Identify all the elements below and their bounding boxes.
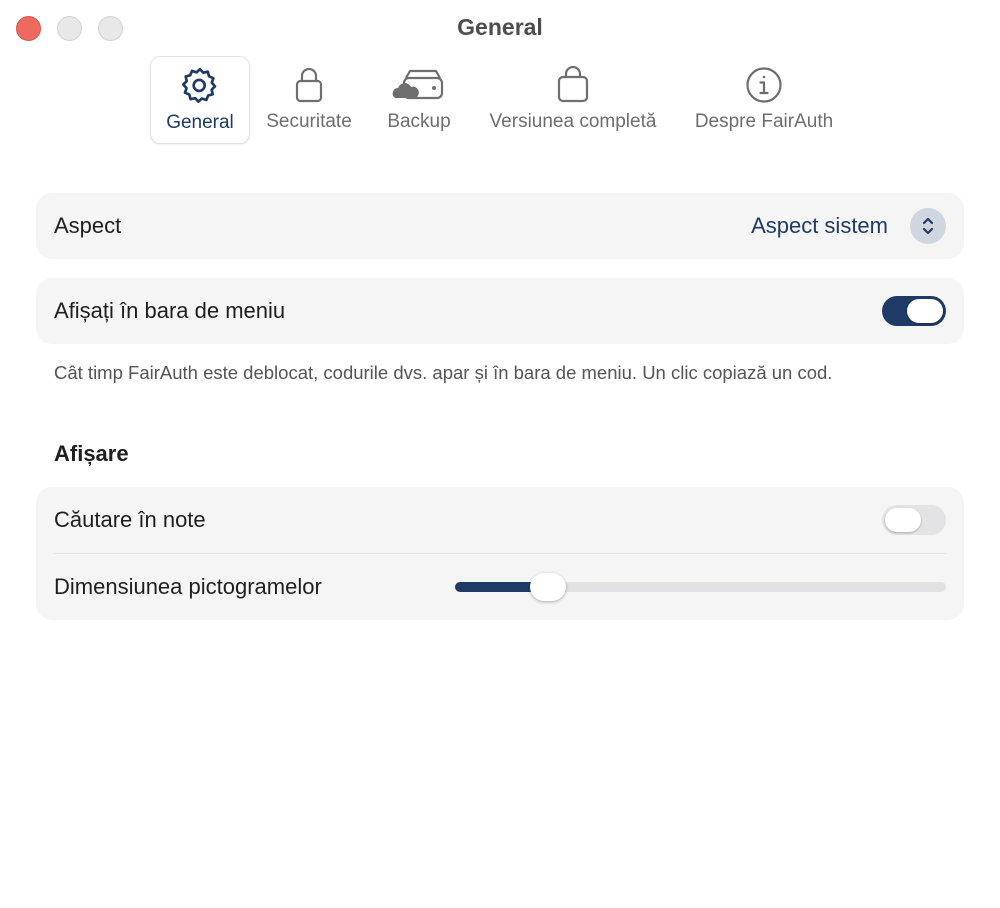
toggle-knob — [885, 508, 921, 532]
appearance-card: Aspect Aspect sistem — [36, 193, 964, 259]
tab-despre-fairauth[interactable]: Despre FairAuth — [683, 56, 845, 144]
search-notes-label: Căutare în note — [54, 507, 206, 532]
menu-bar-card: Afișați în bara de meniu — [36, 278, 964, 344]
menu-bar-help-text: Cât timp FairAuth este deblocat, coduril… — [54, 362, 833, 383]
appearance-value: Aspect sistem — [751, 213, 888, 238]
tab-backup[interactable]: Backup — [378, 56, 460, 144]
appearance-popup[interactable]: Aspect sistem — [751, 208, 946, 244]
preferences-toolbar: General Securitate Backup Versiunea comp… — [0, 56, 1000, 146]
gear-icon — [180, 57, 220, 105]
appearance-label: Aspect — [54, 213, 122, 238]
tab-backup-label: Backup — [387, 111, 451, 132]
toggle-knob — [907, 299, 943, 323]
icon-size-row: Dimensiunea pictogramelor — [36, 554, 964, 620]
menu-bar-toggle[interactable] — [882, 296, 946, 326]
tab-securitate[interactable]: Securitate — [255, 56, 363, 144]
tab-despre-fairauth-label: Despre FairAuth — [694, 111, 834, 132]
tab-general[interactable]: General — [150, 56, 250, 144]
cloud-drive-icon — [392, 56, 446, 104]
icon-size-label: Dimensiunea pictogramelor — [54, 574, 322, 599]
preferences-window: General General Securitate Backup Versiu… — [0, 0, 1000, 908]
search-notes-toggle[interactable] — [882, 505, 946, 535]
window-title: General — [457, 14, 543, 40]
tab-general-label: General — [166, 112, 234, 133]
tab-versiunea-completa[interactable]: Versiunea completă — [474, 56, 672, 144]
tab-securitate-label: Securitate — [266, 111, 352, 132]
shopping-bag-icon — [556, 56, 590, 104]
up-down-chevron-icon[interactable] — [910, 208, 946, 244]
lock-icon — [294, 56, 324, 104]
appearance-row[interactable]: Aspect Aspect sistem — [36, 193, 964, 259]
info-icon — [745, 56, 783, 104]
menu-bar-label: Afișați în bara de meniu — [54, 298, 286, 323]
tab-versiunea-completa-label: Versiunea completă — [489, 111, 657, 132]
search-notes-row: Căutare în note — [36, 487, 964, 553]
icon-size-slider[interactable] — [455, 573, 946, 601]
menu-bar-row: Afișați în bara de meniu — [36, 278, 964, 344]
display-section-heading: Afișare — [54, 441, 129, 466]
slider-thumb[interactable] — [530, 573, 567, 601]
display-card: Căutare în note Dimensiunea pictogramelo… — [36, 487, 964, 620]
